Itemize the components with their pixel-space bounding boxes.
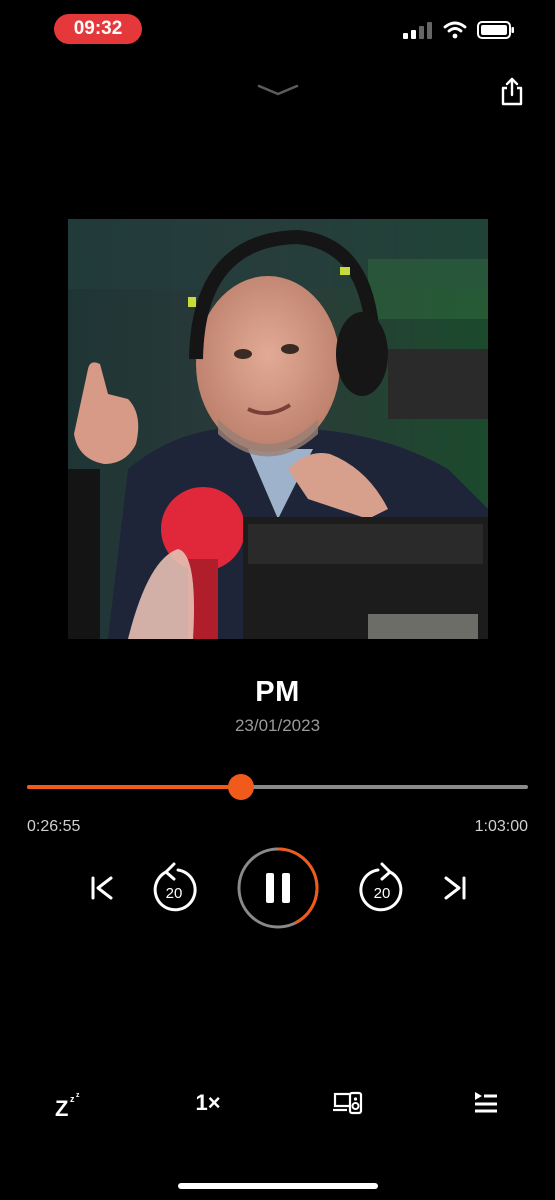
forward-20-icon: 20 bbox=[359, 862, 403, 912]
playback-speed-button[interactable]: 1× bbox=[186, 1088, 230, 1118]
wifi-icon bbox=[443, 21, 467, 44]
forward-button[interactable]: 20 bbox=[356, 860, 408, 916]
progress-slider[interactable] bbox=[27, 774, 528, 800]
share-button[interactable] bbox=[498, 76, 526, 106]
progress-thumb[interactable] bbox=[228, 774, 254, 800]
svg-text:z: z bbox=[70, 1094, 75, 1104]
skip-previous-button[interactable] bbox=[86, 872, 118, 904]
signal-icon bbox=[403, 21, 433, 44]
total-time: 1:03:00 bbox=[474, 818, 528, 835]
episode-date: 23/01/2023 bbox=[234, 716, 321, 735]
queue-button[interactable] bbox=[472, 1088, 500, 1116]
svg-text:z: z bbox=[76, 1092, 80, 1099]
collapse-button[interactable] bbox=[255, 78, 301, 102]
rewind-seconds-label: 20 bbox=[166, 885, 183, 902]
cast-icon bbox=[333, 1091, 363, 1115]
home-indicator bbox=[178, 1183, 378, 1189]
episode-artwork bbox=[68, 219, 488, 639]
cast-button[interactable] bbox=[332, 1088, 364, 1118]
pause-button[interactable] bbox=[235, 845, 321, 931]
skip-previous-icon bbox=[91, 876, 113, 900]
progress-fill bbox=[27, 785, 241, 789]
sleep-timer-button[interactable]: Z z z bbox=[52, 1086, 86, 1120]
status-icons bbox=[403, 20, 515, 45]
status-time: 09:32 bbox=[54, 14, 142, 44]
episode-title: PM bbox=[255, 676, 300, 708]
chevron-down-icon bbox=[257, 84, 299, 96]
forward-seconds-label: 20 bbox=[374, 885, 391, 902]
battery-icon bbox=[477, 20, 515, 45]
rewind-20-icon: 20 bbox=[153, 862, 197, 912]
skip-next-button[interactable] bbox=[439, 872, 471, 904]
elapsed-time: 0:26:55 bbox=[27, 818, 81, 835]
rewind-button[interactable]: 20 bbox=[148, 860, 200, 916]
skip-next-icon bbox=[444, 876, 466, 900]
queue-icon bbox=[475, 1092, 497, 1113]
share-icon bbox=[501, 77, 523, 106]
pause-icon bbox=[266, 873, 290, 903]
sleep-timer-icon: Z z z bbox=[55, 1092, 80, 1120]
svg-text:Z: Z bbox=[55, 1096, 68, 1120]
